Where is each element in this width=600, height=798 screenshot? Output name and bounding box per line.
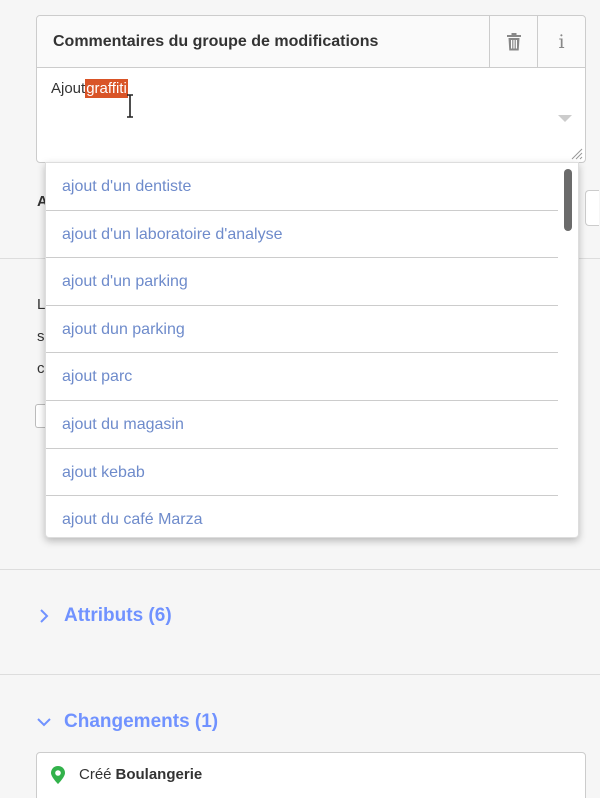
- changes-section-toggle[interactable]: Changements (1): [36, 711, 218, 733]
- suggestion-item[interactable]: ajout du magasin: [46, 401, 558, 449]
- divider: [0, 569, 600, 570]
- chevron-down-icon: [37, 718, 51, 727]
- comment-selected-text: graffiti: [85, 79, 128, 98]
- comment-textarea[interactable]: Ajoutgraffiti: [37, 68, 585, 162]
- delete-button[interactable]: [489, 16, 537, 67]
- chevron-right-icon: [40, 609, 49, 623]
- page: A L s c Commentaires du groupe de modifi…: [0, 0, 600, 798]
- attributes-section-label: Attributs (6): [64, 605, 172, 626]
- combo-caret-icon[interactable]: [558, 115, 572, 122]
- hidden-text-c: c: [37, 360, 45, 377]
- map-pin-icon: [51, 766, 65, 784]
- suggestion-item[interactable]: ajout d'un laboratoire d'analyse: [46, 211, 558, 259]
- field-header: Commentaires du groupe de modifications …: [37, 16, 585, 68]
- changes-section-label: Changements (1): [64, 711, 219, 732]
- trash-icon: [506, 32, 521, 50]
- suggestion-item[interactable]: ajout d'un parking: [46, 258, 558, 306]
- divider: [0, 674, 600, 675]
- info-icon: i: [558, 30, 565, 53]
- suggestion-item[interactable]: ajout dun parking: [46, 306, 558, 354]
- suggestion-item[interactable]: ajout parc: [46, 353, 558, 401]
- hidden-input-edge: [585, 190, 599, 226]
- suggestion-item[interactable]: ajout d'un dentiste: [46, 163, 558, 211]
- combobox-dropdown: ajout d'un dentiste ajout d'un laboratoi…: [45, 162, 579, 538]
- change-verb: Créé: [79, 766, 112, 783]
- text-cursor-icon: [127, 94, 133, 118]
- info-button[interactable]: i: [537, 16, 585, 67]
- changeset-comment-field: Commentaires du groupe de modifications …: [36, 15, 586, 163]
- field-title: Commentaires du groupe de modifications: [53, 33, 379, 50]
- hidden-text-s: s: [37, 328, 45, 345]
- suggestion-item[interactable]: ajout kebab: [46, 449, 558, 497]
- suggestion-item[interactable]: ajout du café Marza: [46, 496, 558, 537]
- change-item[interactable]: Créé Boulangerie: [36, 752, 586, 798]
- dropdown-scrollbar[interactable]: [564, 169, 572, 231]
- attributes-section-toggle[interactable]: Attributs (6): [36, 605, 172, 627]
- comment-text: Ajout: [51, 80, 86, 97]
- change-feature-name: Boulangerie: [115, 766, 203, 783]
- resize-grip-icon[interactable]: [571, 148, 583, 160]
